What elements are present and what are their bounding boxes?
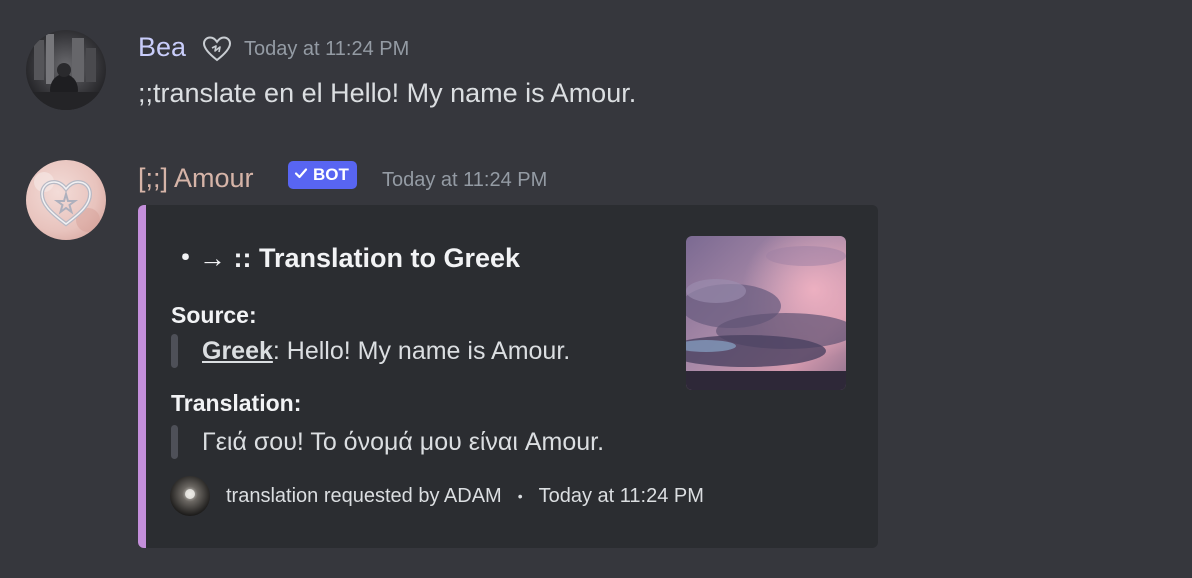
blockquote-bar [171,425,178,459]
footer-avatar [170,476,210,516]
bot-author-name[interactable]: [;;] Amour [138,162,254,194]
footer-text: translation requested by ADAM [226,484,502,507]
message-amour: [;;] Amour BOT Today at 11:24 PM ・→ :: T… [0,0,1192,578]
embed-title: ・→ :: Translation to Greek [172,243,521,273]
bot-tag: BOT [288,161,357,189]
bot-avatar[interactable] [26,160,106,240]
blockquote-bar [171,334,178,368]
field-name-source: Source: [171,302,257,328]
field-value-source: Greek: Hello! My name is Amour. [171,334,570,368]
source-text: : Hello! My name is Amour. [272,337,571,365]
field-value-translation: Γειά σου! Το όνομά μου είναι Amour. [171,425,604,459]
footer-separator: • [517,488,523,504]
embed-thumbnail[interactable] [686,236,846,390]
language-link[interactable]: Greek [202,337,273,365]
timestamp: Today at 11:24 PM [382,169,548,191]
embed: ・→ :: Translation to Greek Source: Greek… [138,205,878,548]
footer-timestamp: Today at 11:24 PM [538,484,704,507]
field-name-translation: Translation: [171,390,302,416]
checkmark-icon [294,161,308,189]
bot-tag-label: BOT [313,165,349,184]
translation-text: Γειά σου! Το όνομά μου είναι Amour. [202,428,605,456]
embed-accent-bar [138,205,146,548]
embed-footer: translation requested by ADAM • Today at… [170,476,704,516]
